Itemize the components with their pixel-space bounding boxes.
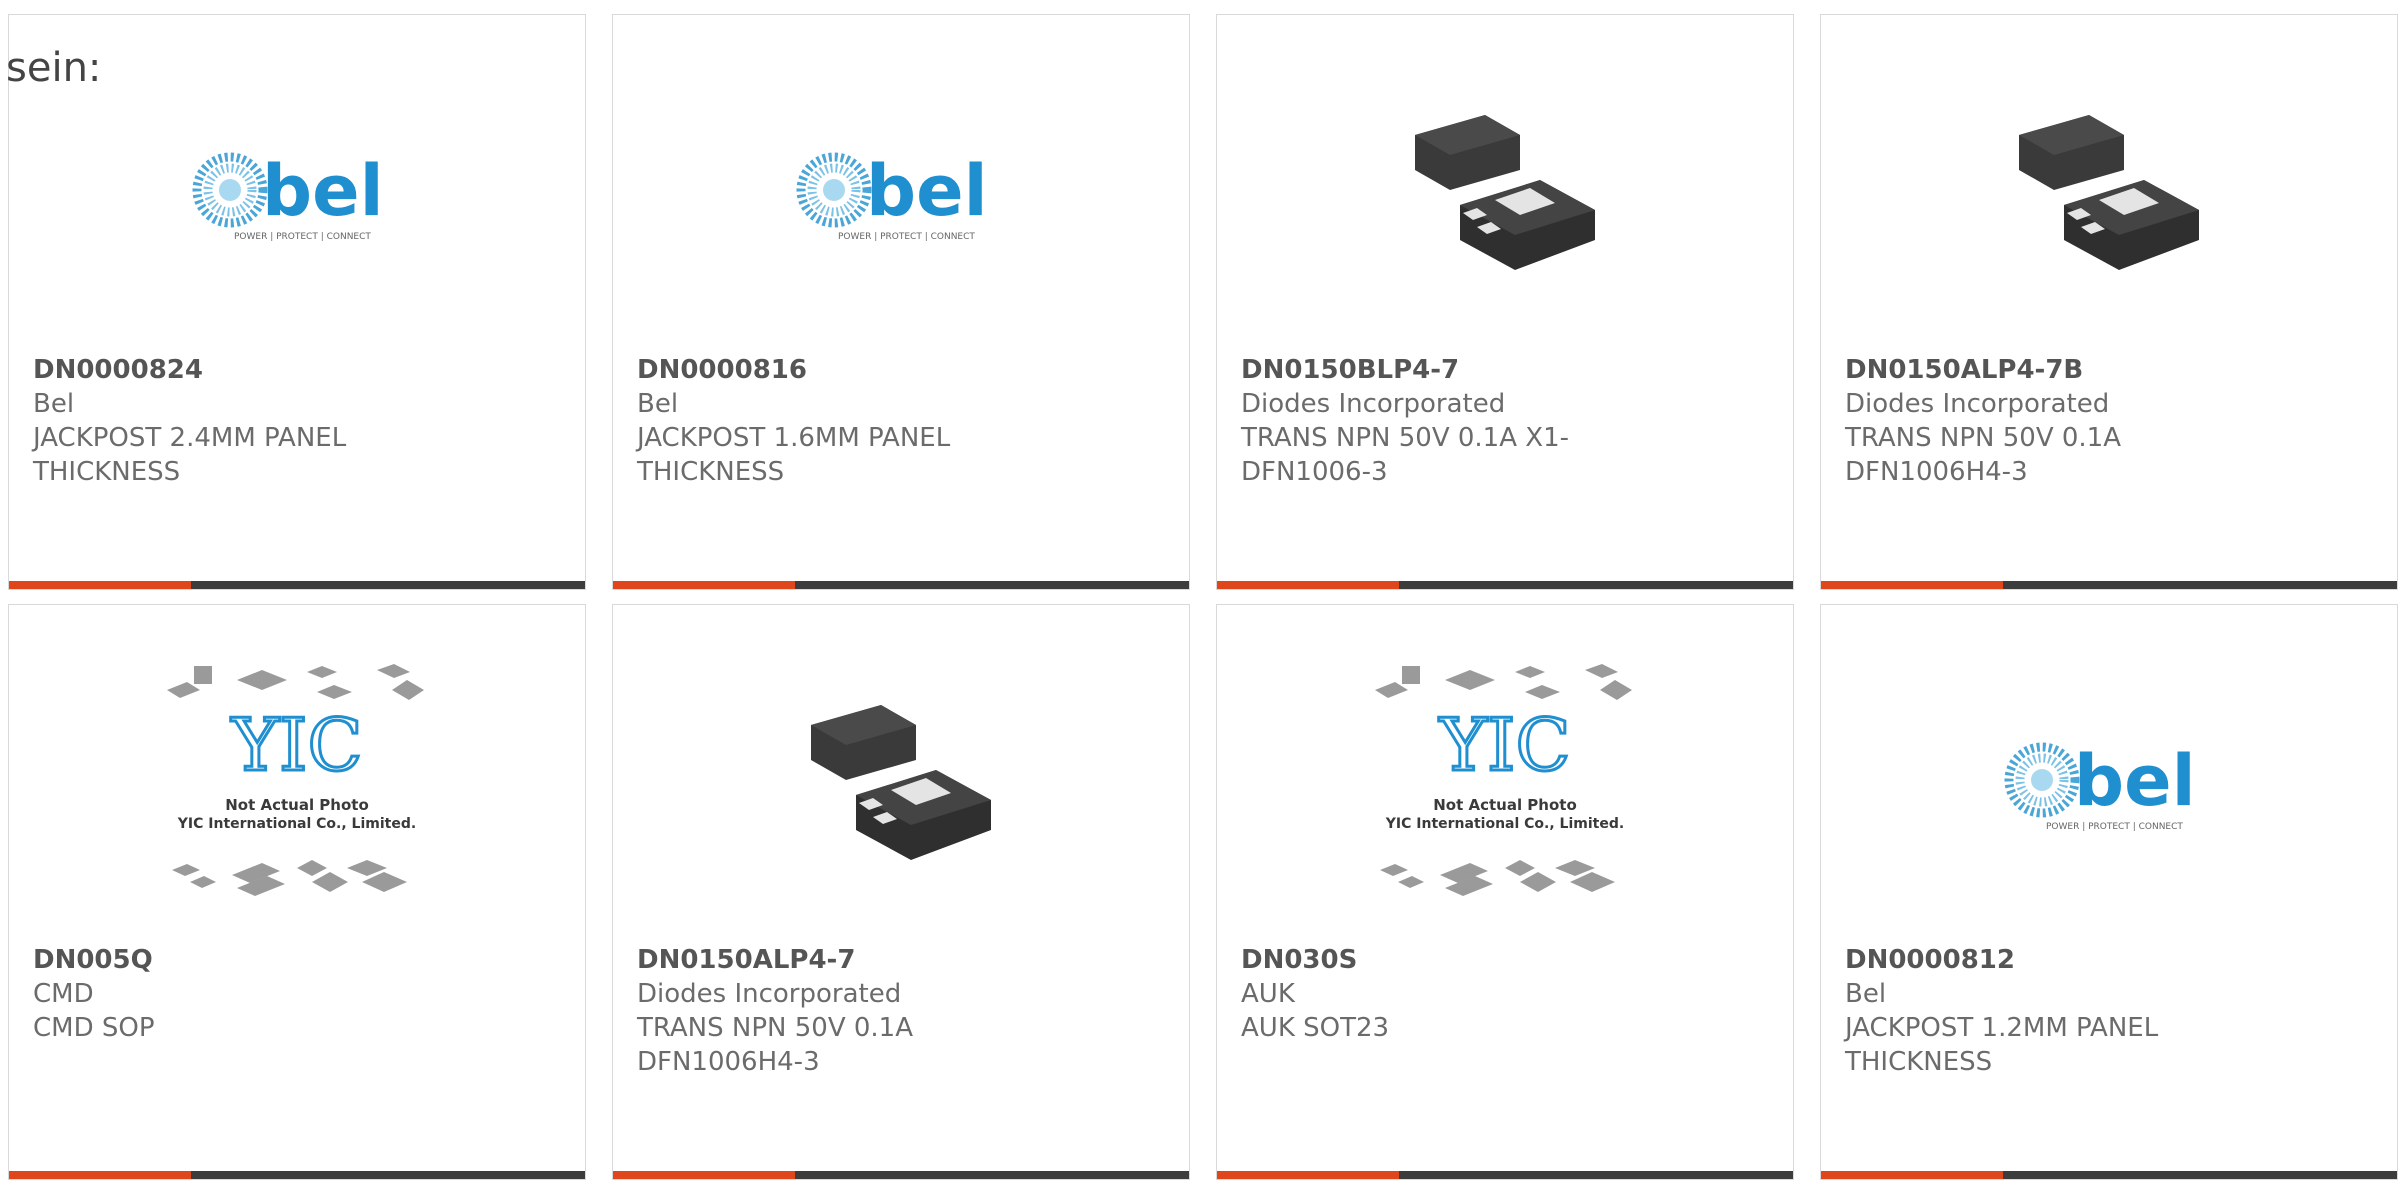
part-description: TRANS NPN 50V 0.1A DFN1006H4-3: [637, 1013, 914, 1077]
manufacturer-name: Diodes Incorporated: [637, 979, 902, 1009]
product-image-dfn-package: [613, 660, 1189, 910]
manufacturer-name: Bel: [637, 389, 679, 419]
bel-logo-tagline: POWER | PROTECT | CONNECT: [234, 232, 371, 242]
svg-text:YIC: YIC: [1438, 703, 1570, 787]
manufacturer-name: Diodes Incorporated: [1845, 389, 2110, 419]
product-card[interactable]: DN0150BLP4-7 Diodes Incorporated TRANS N…: [1216, 14, 1794, 590]
product-image-dfn-package: [1821, 70, 2397, 320]
card-bottom-bar: [9, 581, 585, 589]
part-number[interactable]: DN0000824: [33, 353, 453, 387]
card-bottom-bar: [1821, 1171, 2397, 1179]
product-card[interactable]: bel POWER | PROTECT | CONNECT DN0000824 …: [8, 14, 586, 590]
placeholder-line-2: YIC International Co., Limited.: [177, 816, 416, 832]
bel-logo-tagline: POWER | PROTECT | CONNECT: [838, 232, 975, 242]
product-card[interactable]: bel POWER | PROTECT | CONNECT DN0000816 …: [612, 14, 1190, 590]
product-image-dfn-package: [1217, 70, 1793, 320]
bel-logo-tagline: POWER | PROTECT | CONNECT: [2046, 822, 2183, 832]
card-bottom-bar: [613, 581, 1189, 589]
card-bottom-bar: [1217, 1171, 1793, 1179]
bel-logo-text: bel: [262, 150, 384, 232]
lead-text: sein:: [6, 45, 102, 91]
part-number[interactable]: DN0150BLP4-7: [1241, 353, 1661, 387]
product-image-yic-placeholder: YIC Not Actual Photo YIC International C…: [9, 660, 585, 910]
product-card[interactable]: DN0150ALP4-7B Diodes Incorporated TRANS …: [1820, 14, 2398, 590]
part-description: JACKPOST 1.2MM PANEL THICKNESS: [1845, 1013, 2159, 1077]
manufacturer-name: AUK: [1241, 979, 1295, 1009]
product-card[interactable]: YIC Not Actual Photo YIC International C…: [8, 604, 586, 1180]
manufacturer-name: CMD: [33, 979, 94, 1009]
part-number[interactable]: DN030S: [1241, 943, 1661, 977]
part-number[interactable]: DN005Q: [33, 943, 453, 977]
part-number[interactable]: DN0000812: [1845, 943, 2265, 977]
placeholder-line-1: Not Actual Photo: [1433, 796, 1577, 814]
bel-logo-text: bel: [866, 150, 988, 232]
part-description: TRANS NPN 50V 0.1A DFN1006H4-3: [1845, 423, 2122, 487]
card-bottom-bar: [1217, 581, 1793, 589]
product-image-bel-logo: bel POWER | PROTECT | CONNECT: [1821, 660, 2397, 910]
manufacturer-name: Diodes Incorporated: [1241, 389, 1506, 419]
part-number[interactable]: DN0000816: [637, 353, 1057, 387]
product-image-bel-logo: bel POWER | PROTECT | CONNECT: [613, 70, 1189, 320]
product-image-bel-logo: bel POWER | PROTECT | CONNECT: [9, 70, 585, 320]
card-bottom-bar: [9, 1171, 585, 1179]
part-number[interactable]: DN0150ALP4-7B: [1845, 353, 2265, 387]
card-bottom-bar: [1821, 581, 2397, 589]
part-description: JACKPOST 1.6MM PANEL THICKNESS: [637, 423, 951, 487]
part-description: AUK SOT23: [1241, 1013, 1390, 1043]
part-description: JACKPOST 2.4MM PANEL THICKNESS: [33, 423, 347, 487]
bel-logo-text: bel: [2074, 740, 2196, 822]
manufacturer-name: Bel: [33, 389, 75, 419]
product-card[interactable]: DN0150ALP4-7 Diodes Incorporated TRANS N…: [612, 604, 1190, 1180]
product-grid: bel POWER | PROTECT | CONNECT DN0000824 …: [8, 14, 2398, 1180]
placeholder-line-1: Not Actual Photo: [225, 796, 369, 814]
placeholder-line-2: YIC International Co., Limited.: [1385, 816, 1624, 832]
card-bottom-bar: [613, 1171, 1189, 1179]
product-card[interactable]: YIC Not Actual Photo YIC International C…: [1216, 604, 1794, 1180]
part-description: TRANS NPN 50V 0.1A X1-DFN1006-3: [1241, 423, 1570, 487]
product-image-yic-placeholder: YIC Not Actual Photo YIC International C…: [1217, 660, 1793, 910]
svg-text:YIC: YIC: [230, 703, 362, 787]
part-description: CMD SOP: [33, 1013, 155, 1043]
manufacturer-name: Bel: [1845, 979, 1887, 1009]
part-number[interactable]: DN0150ALP4-7: [637, 943, 1057, 977]
product-card[interactable]: bel POWER | PROTECT | CONNECT DN0000812 …: [1820, 604, 2398, 1180]
